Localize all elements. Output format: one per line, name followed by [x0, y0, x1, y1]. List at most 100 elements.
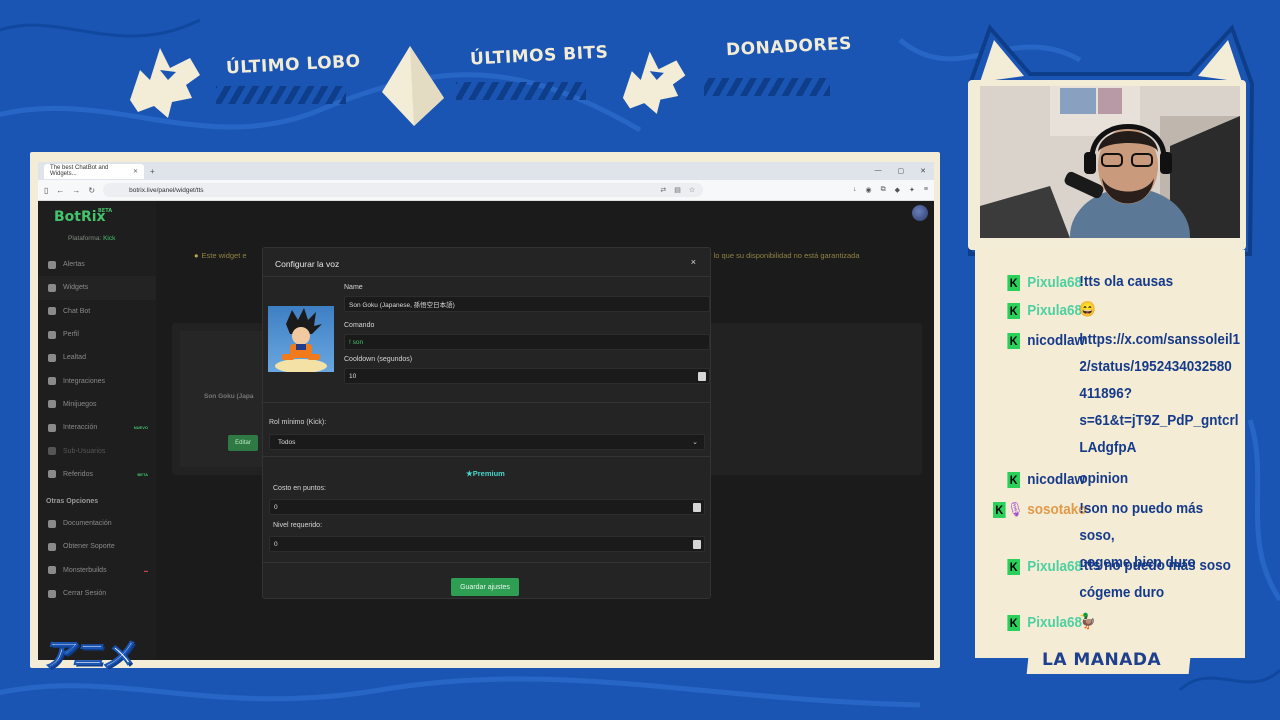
sidebar-menu: Alertas Widgets Chat Bot Perfil Lealtad …: [38, 253, 156, 605]
reader-icon[interactable]: ▤: [674, 186, 681, 194]
name-field[interactable]: Son Goku (Japanese, 孫悟空日本語): [344, 296, 710, 312]
reload-icon[interactable]: ↻: [88, 186, 95, 195]
header-label-donadores: DONADORES: [725, 33, 853, 61]
sidebar-item-alertas[interactable]: Alertas: [38, 253, 156, 276]
menu-icon[interactable]: ≡: [924, 186, 928, 194]
brand-logo[interactable]: BotRix BETA: [54, 208, 112, 225]
chat-bot-icon: [48, 307, 56, 316]
bits-gem-icon: [382, 46, 444, 126]
close-tab-icon[interactable]: ✕: [133, 168, 138, 175]
sidebar-item-integraciones[interactable]: Integraciones: [38, 369, 156, 392]
users-icon: [48, 447, 56, 456]
shield-icon[interactable]: ◆: [895, 186, 900, 194]
sidebar-item-documentacion[interactable]: Documentación: [38, 512, 156, 535]
save-settings-button[interactable]: Guardar ajustes: [451, 578, 519, 596]
translate-icon[interactable]: ⇄: [660, 186, 666, 194]
browser-window: The best ChatBot and Widgets... ✕ + — ▢ …: [38, 162, 934, 660]
translate-ext-icon[interactable]: ✦: [909, 186, 915, 194]
logout-icon: [48, 589, 56, 598]
chat-text: https://x.com/sanssoleil1 2/status/19524…: [1079, 331, 1240, 456]
games-icon: [48, 400, 56, 409]
chat-username[interactable]: Pixula68: [1027, 558, 1082, 575]
sidebar-item-perfil[interactable]: Perfil: [38, 323, 156, 346]
anime-logo: アニメ: [41, 636, 133, 675]
forward-icon[interactable]: →: [72, 186, 80, 195]
kick-badge-icon: K: [1007, 472, 1020, 488]
close-window-icon[interactable]: ✕: [920, 167, 926, 175]
close-icon[interactable]: ×: [691, 257, 696, 267]
browser-tab[interactable]: The best ChatBot and Widgets... ✕: [44, 163, 144, 179]
cost-value: 0: [274, 503, 278, 511]
sidebar-item-widgets[interactable]: Widgets: [38, 276, 156, 300]
referrals-icon: [48, 470, 56, 479]
role-label: Rol mínimo (Kick):: [269, 419, 327, 426]
other-options-heading: Otras Opciones: [46, 498, 99, 506]
webcam-feed: [980, 86, 1240, 238]
premium-label: ★Premium: [466, 469, 505, 478]
level-label: Nivel requerido:: [273, 522, 323, 529]
maximize-icon[interactable]: ▢: [898, 167, 905, 175]
level-value: 0: [274, 540, 278, 548]
sidebar-item-chat-bot[interactable]: Chat Bot: [38, 300, 156, 323]
sidebar: BotRix BETA Plataforma: Kick Alertas Widg…: [38, 201, 156, 660]
sidebar-item-monsterbuilds[interactable]: Monsterbuilds ▬: [38, 559, 156, 582]
edit-button[interactable]: Editar: [228, 435, 258, 451]
sidebar-item-soporte[interactable]: Obtener Soporte: [38, 535, 156, 558]
back-icon[interactable]: ←: [56, 186, 64, 195]
minimize-icon[interactable]: —: [875, 167, 882, 175]
new-tab-icon[interactable]: +: [150, 167, 155, 176]
cooldown-stepper[interactable]: [698, 372, 706, 381]
profile-icon: [48, 330, 56, 339]
cooldown-input[interactable]: 10: [344, 368, 710, 384]
chat-panel: K Pixula68 !tts ola causas K Pixula68 😄 …: [975, 250, 1245, 658]
kick-badge-icon: K: [1007, 303, 1020, 319]
star-icon: ★: [466, 469, 473, 478]
microphone-badge-icon: 🎙: [1007, 501, 1024, 517]
chat-username[interactable]: Pixula68: [1027, 302, 1082, 319]
sidebar-item-interaccion[interactable]: Interacción NUEVO: [38, 416, 156, 439]
chat-username[interactable]: Pixula68: [1027, 274, 1082, 291]
sidebar-item-sub-usuarios[interactable]: Sub-Usuarios: [38, 439, 156, 462]
level-input[interactable]: 0: [269, 536, 705, 552]
sidebar-item-referidos[interactable]: Referidos BETA: [38, 463, 156, 486]
overlay-header: ÚLTIMO LOBO ÚLTIMOS BITS DONADORES: [120, 30, 880, 140]
cooldown-value: 10: [349, 372, 357, 380]
monster-icon: [48, 566, 56, 575]
kick-badge-icon: K: [1007, 333, 1020, 349]
chat-username[interactable]: Pixula68: [1027, 614, 1082, 631]
configure-voice-modal: Configurar la voz × Name Son Goku (Japan…: [262, 247, 711, 599]
chat-username[interactable]: nicodlaw: [1027, 471, 1085, 488]
tab-title: The best ChatBot and Widgets...: [50, 165, 109, 177]
address-bar[interactable]: botrix.live/panel/widget/tts ⇄ ▤ ☆: [103, 183, 704, 197]
cost-label: Costo en puntos:: [273, 485, 326, 492]
download-icon[interactable]: ↓: [853, 186, 857, 194]
trophy-icon: [48, 353, 56, 362]
chat-text: !tts ola causas: [1079, 273, 1174, 290]
bookmark-star-icon[interactable]: ☆: [689, 186, 695, 194]
account-icon[interactable]: ◉: [866, 186, 872, 194]
chat-emote: 🦆: [1079, 613, 1097, 630]
warning-icon: ●: [194, 251, 199, 260]
beta-badge: BETA: [137, 471, 148, 477]
alert-icon: [48, 260, 56, 269]
user-avatar[interactable]: [912, 205, 928, 221]
wolf-icon: [622, 51, 686, 114]
cost-stepper[interactable]: [693, 503, 701, 512]
role-value: Todos: [278, 438, 296, 446]
chat-username[interactable]: nicodlaw: [1027, 332, 1085, 349]
kick-badge-icon: K: [1007, 559, 1020, 575]
role-select[interactable]: Todos ⌄: [269, 434, 705, 450]
level-stepper[interactable]: [693, 540, 701, 549]
sidebar-item-cerrar-sesion[interactable]: Cerrar Sesión: [38, 582, 156, 605]
extensions-icon[interactable]: ⧉: [881, 186, 886, 194]
team-label: LA MANADA: [1042, 650, 1162, 670]
sidebar-toggle-icon[interactable]: ▯: [44, 186, 48, 195]
command-field[interactable]: ! son: [344, 334, 710, 350]
sidebar-item-minijuegos[interactable]: Minijuegos: [38, 393, 156, 416]
url-text: botrix.live/panel/widget/tts: [129, 186, 204, 194]
navigation-bar: ▯ ← → ↻ botrix.live/panel/widget/tts ⇄ ▤ ☆…: [38, 180, 934, 201]
name-label: Name: [344, 284, 363, 291]
cost-input[interactable]: 0: [269, 499, 705, 515]
sidebar-item-lealtad[interactable]: Lealtad: [38, 346, 156, 369]
chat-username[interactable]: sosotako: [1027, 501, 1086, 518]
